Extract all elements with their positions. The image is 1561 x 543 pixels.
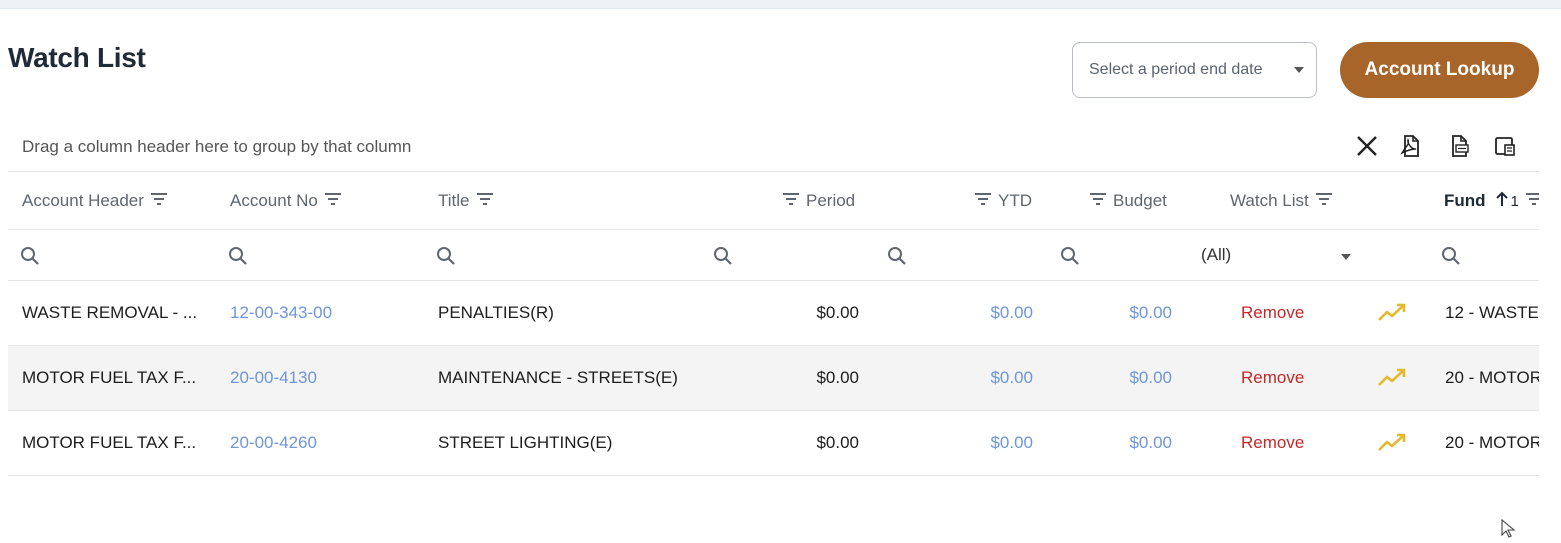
column-header-ytd[interactable]: YTD [974,173,1032,229]
column-header-label: Budget [1113,191,1167,210]
ytd-link[interactable]: $0.00 [882,411,1033,475]
cell-title: STREET LIGHTING(E) [438,433,613,452]
column-header-label: Fund [1444,191,1486,210]
column-header-label: Watch List [1230,191,1309,210]
cell-fund: 20 - MOTOR [1445,368,1539,387]
column-header-account-header[interactable]: Account Header [22,173,168,229]
search-icon[interactable] [20,246,40,266]
filter-icon[interactable] [1315,191,1333,211]
top-strip [0,0,1561,9]
ytd-link[interactable]: $0.00 [882,281,1033,345]
cell-account-header: MOTOR FUEL TAX F... [22,368,197,387]
column-header-watch-list[interactable]: Watch List [1230,173,1333,229]
close-icon[interactable] [1353,132,1381,160]
column-header-label: Period [806,191,856,210]
chevron-down-icon [1341,254,1351,260]
watch-list-grid: Account Header Account No Title Period Y… [8,173,1539,476]
csv-export-icon[interactable] [1446,132,1474,160]
ytd-link[interactable]: $0.00 [882,346,1033,410]
table-row[interactable]: MOTOR FUEL TAX F... 20-00-4260 STREET LI… [8,411,1539,476]
column-header-period[interactable]: Period [782,173,855,229]
search-icon[interactable] [228,246,248,266]
trend-chart-icon[interactable] [1377,346,1407,410]
table-row[interactable]: WASTE REMOVAL - ... 12-00-343-00 PENALTI… [8,281,1539,346]
grid-header-row: Account Header Account No Title Period Y… [8,173,1539,230]
filter-icon[interactable] [1089,191,1107,211]
filter-icon[interactable] [1525,191,1539,211]
remove-button[interactable]: Remove [1241,411,1304,475]
column-header-label: YTD [998,191,1032,210]
search-icon[interactable] [1441,246,1461,266]
column-header-label: Title [438,191,470,210]
sort-ascending-icon [1495,191,1508,212]
table-row[interactable]: MOTOR FUEL TAX F... 20-00-4130 MAINTENAN… [8,346,1539,411]
cell-fund: 12 - WASTE [1445,303,1539,322]
cell-period: $0.00 [816,433,859,452]
filter-icon[interactable] [150,191,168,211]
account-no-link[interactable]: 20-00-4260 [230,411,317,475]
budget-link[interactable]: $0.00 [1058,411,1172,475]
group-panel-text: Drag a column header here to group by th… [22,136,412,156]
cell-title: MAINTENANCE - STREETS(E) [438,368,678,387]
budget-link[interactable]: $0.00 [1058,281,1172,345]
page-title: Watch List [8,42,146,73]
filter-icon[interactable] [324,191,342,211]
column-header-label: Account No [230,191,318,210]
filter-icon[interactable] [974,191,992,211]
budget-link[interactable]: $0.00 [1058,346,1172,410]
column-header-fund[interactable]: Fund 1 [1444,173,1539,229]
chevron-down-icon [1294,67,1304,73]
search-icon[interactable] [887,246,907,266]
column-header-budget[interactable]: Budget [1089,173,1167,229]
search-icon[interactable] [713,246,733,266]
remove-button[interactable]: Remove [1241,346,1304,410]
cell-period: $0.00 [816,303,859,322]
cell-account-header: MOTOR FUEL TAX F... [22,433,197,452]
column-header-label: Account Header [22,191,144,210]
account-lookup-button[interactable]: Account Lookup [1340,42,1539,98]
watch-list-filter-value: (All) [1201,245,1232,264]
period-end-date-select[interactable]: Select a period end date [1072,42,1317,98]
trend-chart-icon[interactable] [1377,281,1407,345]
trend-chart-icon[interactable] [1377,411,1407,475]
pdf-export-icon[interactable] [1397,132,1425,160]
column-header-account-no[interactable]: Account No [230,173,342,229]
filter-icon[interactable] [476,191,494,211]
group-panel[interactable]: Drag a column header here to group by th… [8,122,1539,172]
watch-list-filter-select[interactable]: (All) [1201,230,1351,280]
search-icon[interactable] [1060,246,1080,266]
account-no-link[interactable]: 20-00-4130 [230,346,317,410]
remove-button[interactable]: Remove [1241,281,1304,345]
sort-index: 1 [1510,192,1519,210]
cell-fund: 20 - MOTOR [1445,433,1539,452]
column-chooser-icon[interactable] [1491,132,1519,160]
search-icon[interactable] [436,246,456,266]
cell-title: PENALTIES(R) [438,303,554,322]
mouse-pointer-icon [1501,518,1517,543]
period-select-placeholder: Select a period end date [1089,61,1263,78]
filter-icon[interactable] [782,191,800,211]
cell-account-header: WASTE REMOVAL - ... [22,303,198,322]
grid-filter-row: (All) [8,230,1539,281]
cell-period: $0.00 [816,368,859,387]
account-no-link[interactable]: 12-00-343-00 [230,281,332,345]
column-header-title[interactable]: Title [438,173,494,229]
